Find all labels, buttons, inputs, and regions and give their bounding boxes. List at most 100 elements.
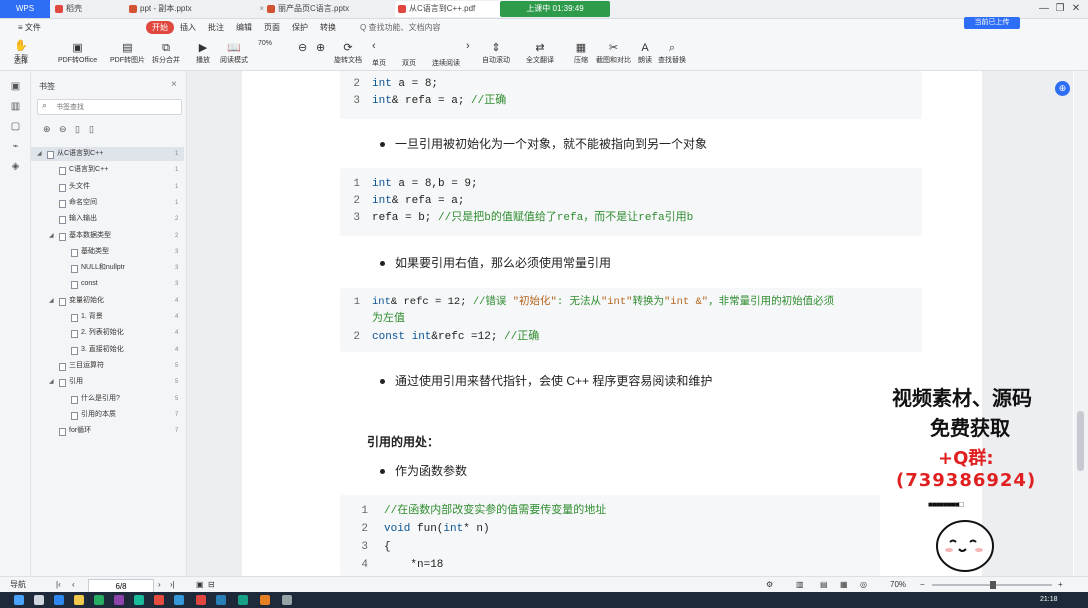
menu-page[interactable]: 页面: [264, 21, 280, 34]
remove-bookmark-icon[interactable]: ⊖: [59, 124, 67, 135]
nav-toggle[interactable]: 导航: [10, 577, 26, 593]
expand-arrow-icon[interactable]: ◢: [49, 229, 54, 243]
bookmark-item[interactable]: 1. 背景 4: [31, 310, 184, 324]
bookmark-item[interactable]: const 3: [31, 277, 184, 291]
read-mode-button[interactable]: 📖 阅读模式: [220, 42, 248, 65]
app-icon[interactable]: [94, 595, 104, 605]
recording-status[interactable]: 上课中 01:39:49: [500, 1, 610, 17]
wps-home-button[interactable]: WPS: [0, 0, 50, 18]
settings-icon[interactable]: ⚙: [766, 577, 773, 593]
bookmark-item[interactable]: for循环 7: [31, 424, 184, 438]
app-icon[interactable]: [134, 595, 144, 605]
eye-icon[interactable]: ◎: [860, 577, 867, 593]
zoom-value[interactable]: 70%: [890, 577, 906, 593]
menu-edit[interactable]: 编辑: [236, 21, 252, 34]
floating-tool-icon[interactable]: ⊕: [1055, 81, 1070, 96]
play-button[interactable]: ▶ 播放: [196, 42, 210, 65]
screenshot-compare-button[interactable]: ✂ 截图和对比: [596, 42, 631, 65]
bookmark-item[interactable]: 输入输出 2: [31, 212, 184, 226]
comment-icon[interactable]: ▢: [10, 121, 21, 132]
bookmark-item[interactable]: 三目运算符 5: [31, 359, 184, 373]
edge-icon[interactable]: [54, 595, 64, 605]
close-window-button[interactable]: ✕: [1068, 0, 1084, 18]
bookmark-search-input[interactable]: [54, 100, 178, 115]
wps-taskbar-icon[interactable]: [196, 595, 206, 605]
bookmark-item[interactable]: ◢ 引用 5: [31, 375, 184, 389]
app-icon[interactable]: [238, 595, 248, 605]
tab-ppt-c[interactable]: 丽产品页C语言.pptx ×: [264, 1, 406, 17]
zoom-slider[interactable]: [932, 581, 1052, 589]
app-icon[interactable]: [260, 595, 270, 605]
tab-ppt-copy[interactable]: ppt - 副本.pptx ×: [126, 1, 268, 17]
find-replace-button[interactable]: ⌕ 查找替换: [658, 42, 686, 65]
minimize-button[interactable]: —: [1036, 0, 1052, 18]
bookmark-panel-icon[interactable]: ▣: [10, 81, 21, 92]
bookmark-item[interactable]: 头文件 1: [31, 180, 184, 194]
read-view-icon[interactable]: ▦: [840, 577, 848, 593]
cloud-upload-button[interactable]: 当前已上传: [964, 17, 1020, 29]
bookmark-item[interactable]: 基础类型 3: [31, 245, 184, 259]
menu-start[interactable]: 开始: [146, 21, 174, 34]
collapse-bookmark-icon[interactable]: ▯: [89, 124, 94, 135]
maximize-button[interactable]: ❐: [1052, 0, 1068, 18]
zoom-in-button[interactable]: ⊕: [316, 42, 325, 55]
pdf-to-image-button[interactable]: ▤ PDF转图片: [110, 42, 145, 65]
folder-icon[interactable]: [74, 595, 84, 605]
zoom-in-icon[interactable]: +: [1058, 577, 1063, 593]
zoom-slider-handle[interactable]: [990, 581, 996, 589]
menu-comment[interactable]: 批注: [208, 21, 224, 34]
bookmark-item[interactable]: ◢ 从C语言到C++ 1: [31, 147, 184, 161]
app-icon[interactable]: [174, 595, 184, 605]
bookmark-item[interactable]: 命名空间 1: [31, 196, 184, 210]
attachment-icon[interactable]: ⌁: [10, 141, 21, 152]
zoom-select[interactable]: 70%: [258, 40, 272, 47]
select-tool-button[interactable]: 选择: [14, 56, 28, 66]
menu-convert[interactable]: 转换: [320, 21, 336, 34]
zoom-out-icon[interactable]: −: [920, 577, 925, 593]
bookmark-item[interactable]: ◢ 变量初始化 4: [31, 294, 184, 308]
close-icon[interactable]: ×: [171, 79, 177, 90]
read-aloud-button[interactable]: A 朗读: [638, 42, 652, 65]
bookmark-item[interactable]: 3. 直接初始化 4: [31, 343, 184, 357]
double-view-icon[interactable]: ▤: [820, 577, 828, 593]
continuous-read-button[interactable]: 连续阅读: [432, 58, 460, 68]
bookmark-item[interactable]: 2. 列表初始化 4: [31, 326, 184, 340]
first-page-icon[interactable]: |‹: [56, 577, 61, 593]
pdf-to-office-button[interactable]: ▣ PDF转Office: [58, 42, 97, 65]
compress-button[interactable]: ▦ 压缩: [574, 42, 588, 65]
menu-file[interactable]: ≡ 文件: [18, 21, 41, 34]
thumbnail-icon[interactable]: ▥: [10, 101, 21, 112]
expand-arrow-icon[interactable]: ◢: [37, 147, 42, 161]
add-bookmark-icon[interactable]: ⊕: [43, 124, 51, 135]
search-icon[interactable]: [34, 595, 44, 605]
search-command[interactable]: Q 查找功能、文档内容: [360, 21, 440, 34]
bookmark-item[interactable]: 什么是引用? 5: [31, 392, 184, 406]
app-icon[interactable]: [216, 595, 226, 605]
visual-studio-icon[interactable]: [114, 595, 124, 605]
prev-page-icon[interactable]: ‹: [72, 577, 75, 593]
auto-scroll-button[interactable]: ⇕ 自动滚动: [482, 42, 510, 65]
start-icon[interactable]: [14, 595, 24, 605]
translate-button[interactable]: ⇄ 全文翻译: [526, 42, 554, 65]
stamp-icon[interactable]: ◈: [10, 161, 21, 172]
app-icon[interactable]: [154, 595, 164, 605]
menu-protect[interactable]: 保护: [292, 21, 308, 34]
single-page-button[interactable]: 单页: [372, 58, 386, 68]
zoom-out-button[interactable]: ⊖: [298, 42, 307, 55]
fit-page-icon[interactable]: ▣: [196, 577, 204, 593]
prev-page-button[interactable]: ‹: [372, 40, 376, 53]
split-merge-button[interactable]: ⧉ 拆分合并: [152, 42, 180, 65]
bookmark-item[interactable]: ◢ 基本数据类型 2: [31, 229, 184, 243]
menu-insert[interactable]: 插入: [180, 21, 196, 34]
expand-arrow-icon[interactable]: ◢: [49, 294, 54, 308]
expand-arrow-icon[interactable]: ◢: [49, 375, 54, 389]
rotate-doc-button[interactable]: ⟳ 旋转文档: [334, 42, 362, 65]
bookmark-item[interactable]: 引用的本质 7: [31, 408, 184, 422]
fit-width-icon[interactable]: ⊟: [208, 577, 215, 593]
bookmark-item[interactable]: C语言到C++ 1: [31, 163, 184, 177]
double-page-button[interactable]: 双页: [402, 58, 416, 68]
single-view-icon[interactable]: ▥: [796, 577, 804, 593]
last-page-icon[interactable]: ›|: [170, 577, 175, 593]
vertical-scrollbar[interactable]: [1074, 71, 1088, 576]
next-page-icon[interactable]: ›: [158, 577, 161, 593]
